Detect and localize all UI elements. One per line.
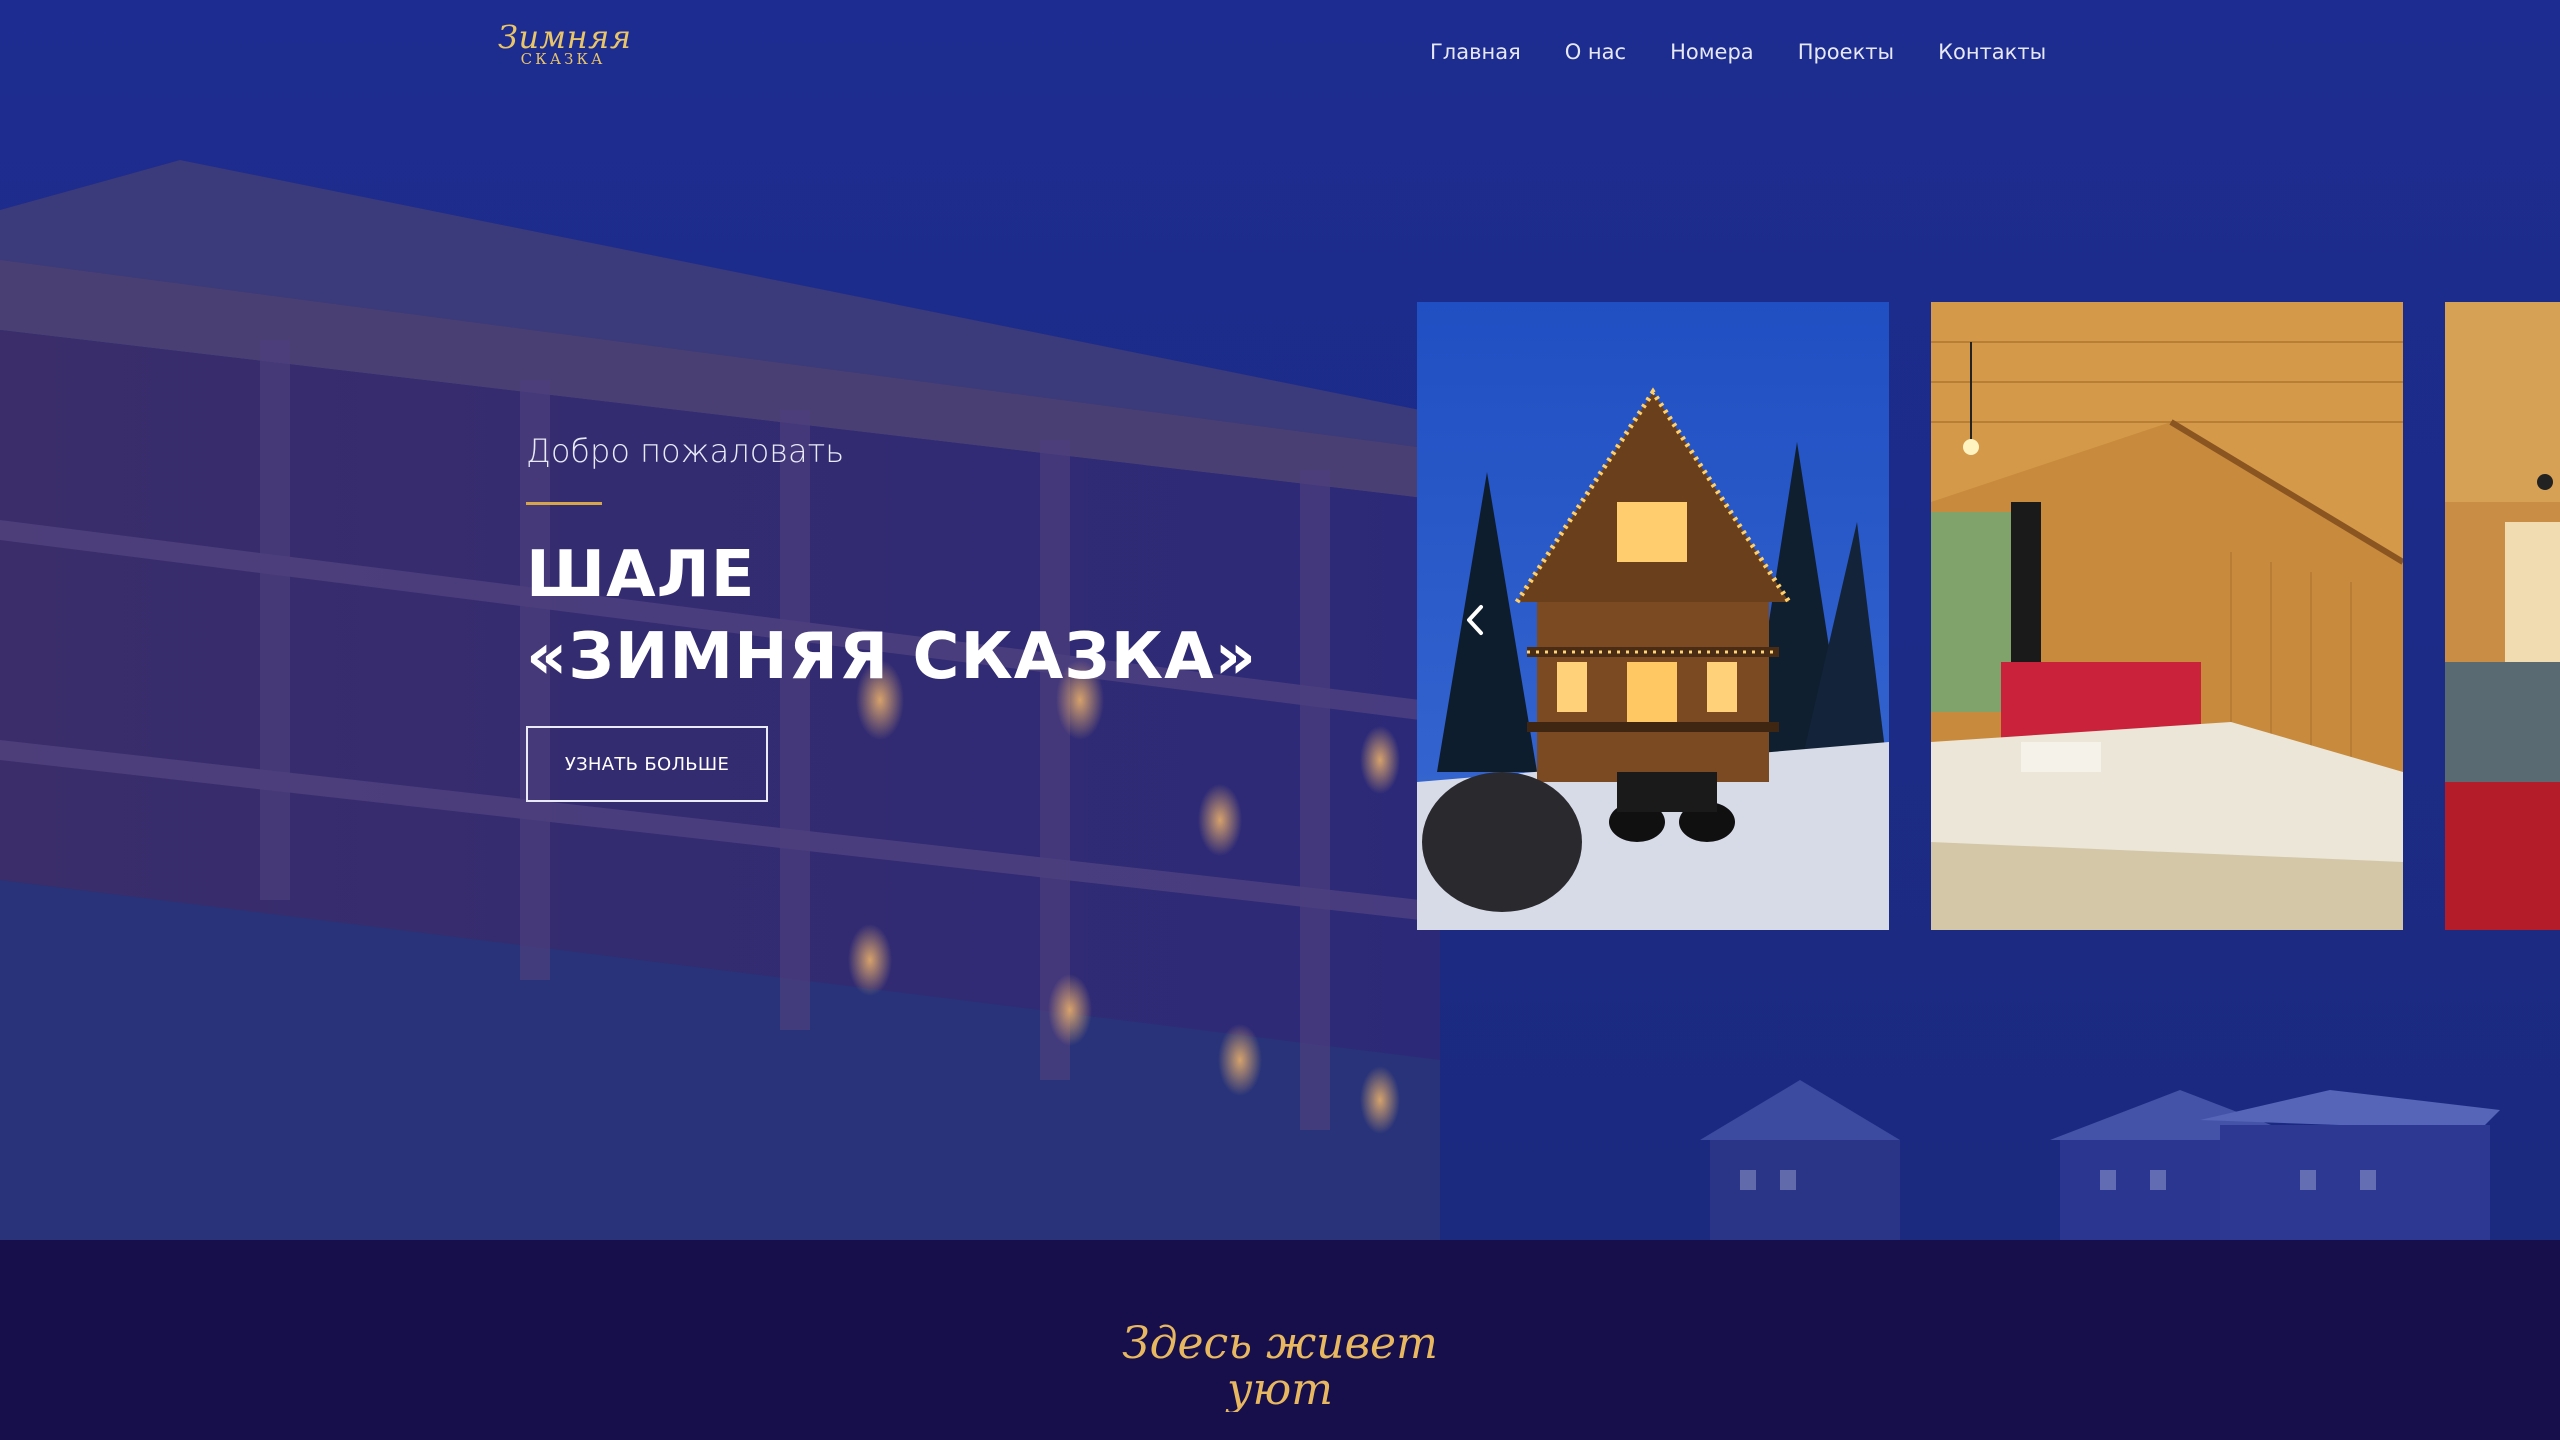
nav-item-home[interactable]: Главная (1430, 36, 1521, 68)
learn-more-button[interactable]: УЗНАТЬ БОЛЬШЕ (526, 726, 768, 802)
nav-item-about[interactable]: О нас (1565, 36, 1626, 68)
logo-script-text: Зимняя (498, 18, 632, 56)
slider-prev-button[interactable] (1455, 590, 1495, 650)
tagline-script-art: Здесь живет уют (1122, 1318, 1438, 1415)
hero-welcome-text: Добро пожаловать (526, 432, 845, 470)
main-nav: Главная О нас Номера Проекты Контакты (1430, 36, 2046, 68)
slide-living-room[interactable] (2445, 302, 2560, 930)
hero-title-line-2: «ЗИМНЯЯ СКАЗКА» (526, 620, 1257, 694)
tagline-line-1: Здесь живет (1122, 1318, 1438, 1369)
hero-accent-rule (526, 502, 602, 505)
nav-item-rooms[interactable]: Номера (1670, 36, 1754, 68)
site-header: Зимняя СКАЗКА Главная О нас Номера Проек… (0, 0, 2560, 110)
tagline-line-2: уют (1225, 1364, 1333, 1412)
bedroom-photo (1931, 302, 2403, 930)
slide-bedroom[interactable] (1931, 302, 2403, 930)
tagline-script: Здесь живет уют (1040, 1312, 1520, 1415)
site-logo[interactable]: Зимняя СКАЗКА (498, 18, 632, 80)
nav-item-contacts[interactable]: Контакты (1938, 36, 2046, 68)
hero-title: ШАЛЕ «ЗИМНЯЯ СКАЗКА» (526, 534, 1406, 698)
hero-title-line-1: ШАЛЕ (526, 538, 756, 612)
nav-item-projects[interactable]: Проекты (1798, 36, 1894, 68)
photo-slider (1417, 302, 2560, 930)
living-room-photo (2445, 302, 2560, 930)
chevron-left-icon (1467, 605, 1483, 635)
